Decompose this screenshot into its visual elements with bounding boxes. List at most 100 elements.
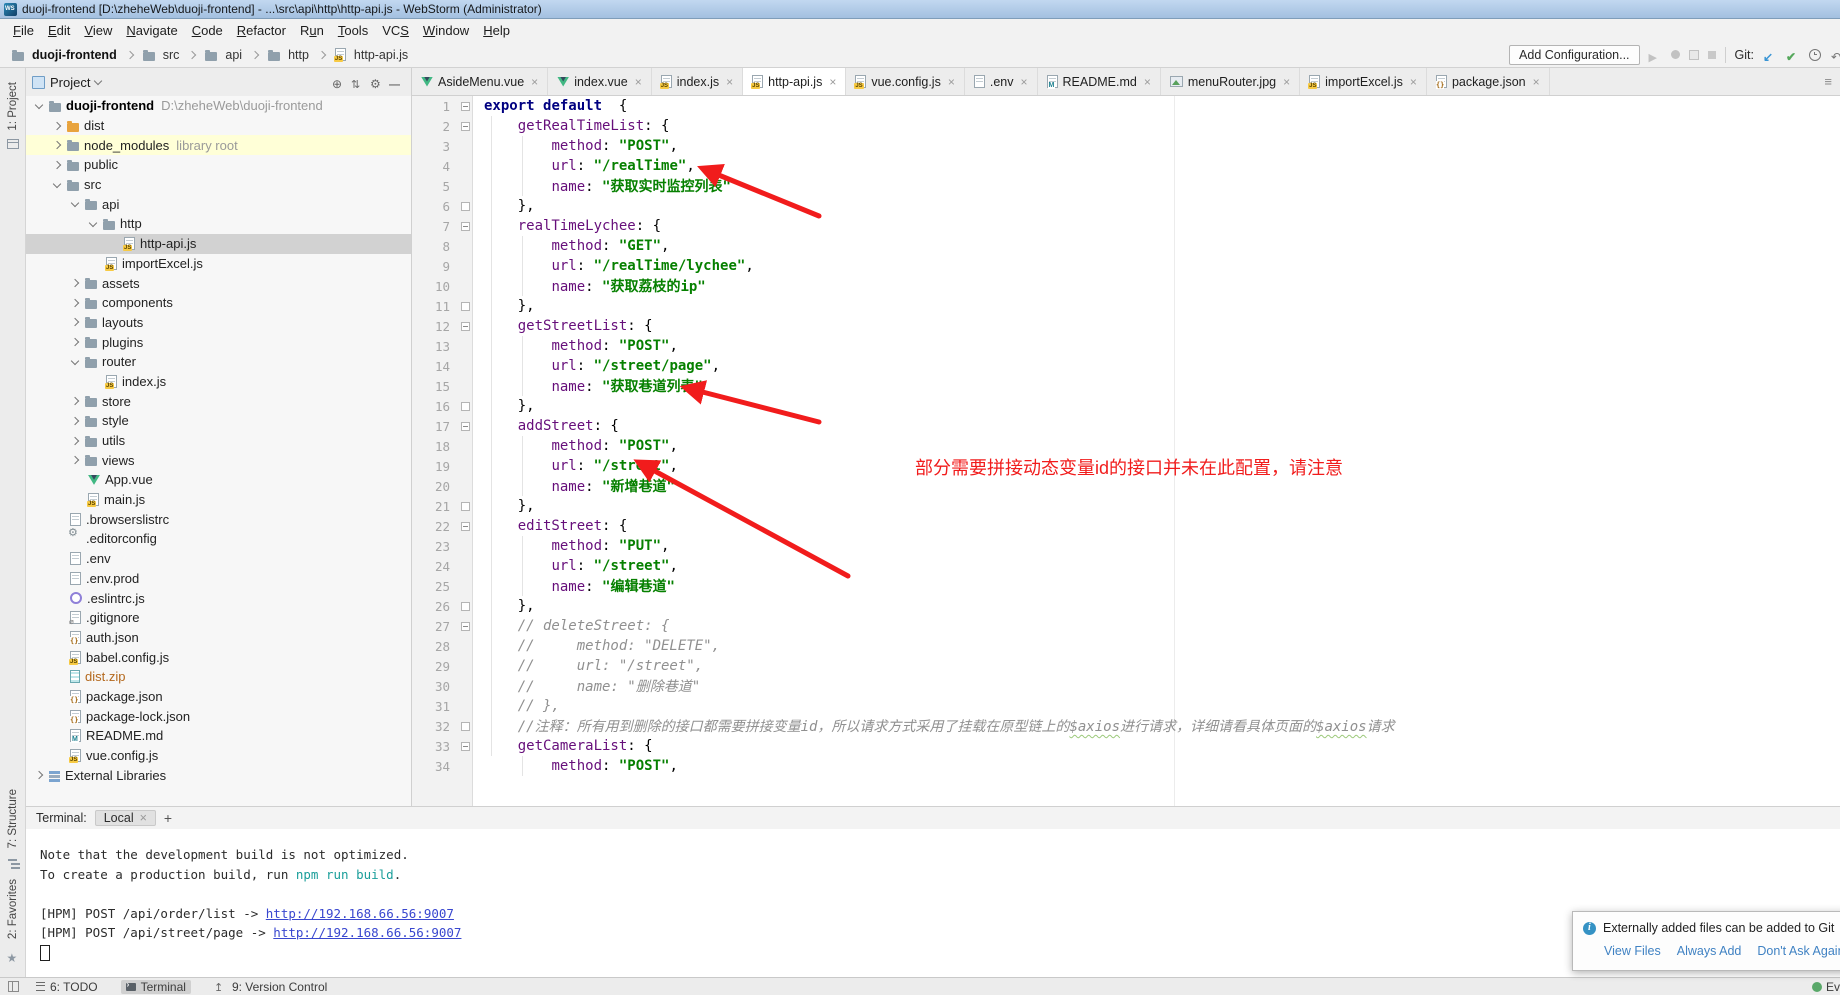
fold-region[interactable] [458,222,472,231]
chevron-down-icon[interactable] [71,199,79,207]
fold-marker-icon[interactable] [461,502,470,511]
chevron-right-icon[interactable] [71,338,79,346]
coverage-icon[interactable] [1689,50,1699,60]
close-icon[interactable]: × [1410,75,1417,89]
tree-row-api[interactable]: api [26,194,411,214]
code-line[interactable]: 23 method: "PUT", [412,536,1840,556]
chevron-down-icon[interactable] [89,219,97,227]
tree-row-dist[interactable]: dist [26,116,411,136]
close-icon[interactable]: × [140,811,147,825]
terminal-link[interactable]: http://192.168.66.56:9007 [266,906,454,921]
fold-marker-icon[interactable] [461,722,470,731]
code-line[interactable]: 27 // deleteStreet: { [412,616,1840,636]
tree-row-package-lock.json[interactable]: package-lock.json [26,706,411,726]
tree-row-auth.json[interactable]: auth.json [26,628,411,648]
close-icon[interactable]: × [948,75,955,89]
fold-marker-icon[interactable] [461,102,470,111]
menu-item-code[interactable]: Code [185,23,230,38]
fold-region[interactable] [458,102,472,111]
fold-region[interactable] [458,122,472,131]
code-line[interactable]: 13 method: "POST", [412,336,1840,356]
rail-favorites-button[interactable]: 2: Favorites [7,879,19,939]
status-item-Terminal[interactable]: Terminal [121,980,191,994]
code-line[interactable]: 28 // method: "DELETE", [412,636,1840,656]
fold-region[interactable] [458,402,472,411]
fold-marker-icon[interactable] [461,422,470,431]
history-icon[interactable] [1809,49,1821,61]
code-line[interactable]: 34 method: "POST", [412,756,1840,776]
tree-row-utils[interactable]: utils [26,431,411,451]
chevron-right-icon[interactable] [71,417,79,425]
commit-icon[interactable] [1786,48,1799,62]
chevron-down-icon[interactable] [53,179,61,187]
code-line[interactable]: 32 //注释：所有用到删除的接口都需要拼接变量id，所以请求方式采用了挂载在原… [412,716,1840,736]
chevron-right-icon[interactable] [71,397,79,405]
tree-row-components[interactable]: components [26,293,411,313]
settings-icon[interactable] [370,75,383,89]
notification-link[interactable]: View Files [1604,944,1661,958]
terminal-link[interactable]: http://192.168.66.56:9007 [273,925,461,940]
tab-menuRouter.jpg[interactable]: menuRouter.jpg× [1161,68,1300,95]
close-icon[interactable]: × [635,75,642,89]
code-line[interactable]: 12 getStreetList: { [412,316,1840,336]
hide-icon[interactable] [389,75,402,89]
tree-row-router[interactable]: router [26,352,411,372]
tree-row-ExternalLibraries[interactable]: External Libraries [26,765,411,785]
locate-icon[interactable] [332,75,345,89]
tab-index.js[interactable]: index.js× [652,68,743,95]
menu-item-edit[interactable]: Edit [41,23,77,38]
code-line[interactable]: 16 }, [412,396,1840,416]
tree-row-node_modules[interactable]: node_moduleslibrary root [26,135,411,155]
code-line[interactable]: 18 method: "POST", [412,436,1840,456]
menu-item-refactor[interactable]: Refactor [230,23,293,38]
menu-item-help[interactable]: Help [476,23,517,38]
terminal-output[interactable]: Note that the development build is not o… [26,829,1840,962]
update-icon[interactable] [1763,48,1776,62]
tree-row-src[interactable]: src [26,175,411,195]
tab-http-api.js[interactable]: http-api.js× [743,68,846,95]
chevron-right-icon[interactable] [53,121,61,129]
chevron-right-icon[interactable] [71,318,79,326]
tree-row-.env[interactable]: .env [26,549,411,569]
code-line[interactable]: 6 }, [412,196,1840,216]
menu-item-navigate[interactable]: Navigate [119,23,184,38]
tab-importExcel.js[interactable]: importExcel.js× [1300,68,1427,95]
code-line[interactable]: 11 }, [412,296,1840,316]
favorites-star-icon[interactable] [7,949,19,963]
collapse-all-icon[interactable] [351,75,364,89]
fold-marker-icon[interactable] [461,402,470,411]
tree-row-main.js[interactable]: main.js [26,490,411,510]
menu-item-vcs[interactable]: VCS [375,23,416,38]
notification-link[interactable]: Always Add [1677,944,1742,958]
code-line[interactable]: 9 url: "/realTime/lychee", [412,256,1840,276]
chevron-right-icon[interactable] [53,161,61,169]
project-panel-title[interactable]: Project [50,75,90,90]
tree-row-plugins[interactable]: plugins [26,332,411,352]
tab-README.md[interactable]: README.md× [1038,68,1161,95]
code-line[interactable]: 8 method: "GET", [412,236,1840,256]
chevron-right-icon[interactable] [35,771,43,779]
code-line[interactable]: 10 name: "获取荔枝的ip" [412,276,1840,296]
fold-marker-icon[interactable] [461,322,470,331]
fold-region[interactable] [458,602,472,611]
menu-item-view[interactable]: View [77,23,119,38]
rail-structure-button[interactable]: 7: Structure [7,789,19,848]
fold-region[interactable] [458,522,472,531]
code-line[interactable]: 1export default { [412,96,1840,116]
fold-region[interactable] [458,302,472,311]
tree-row-App.vue[interactable]: App.vue [26,470,411,490]
tree-row-.editorconfig[interactable]: .editorconfig [26,529,411,549]
tab-package.json[interactable]: package.json× [1427,68,1550,95]
menu-item-tools[interactable]: Tools [331,23,375,38]
tree-row-.env.prod[interactable]: .env.prod [26,569,411,589]
close-icon[interactable]: × [1144,75,1151,89]
code-line[interactable]: 26 }, [412,596,1840,616]
fold-region[interactable] [458,202,472,211]
tree-row-public[interactable]: public [26,155,411,175]
stop-icon[interactable] [1708,51,1716,59]
tree-row-.gitignore[interactable]: .gitignore [26,608,411,628]
code-line[interactable]: 14 url: "/street/page", [412,356,1840,376]
code-line[interactable]: 25 name: "编辑巷道" [412,576,1840,596]
tree-row-index.js[interactable]: index.js [26,372,411,392]
status-item-6TODO[interactable]: 6: TODO [31,980,103,994]
